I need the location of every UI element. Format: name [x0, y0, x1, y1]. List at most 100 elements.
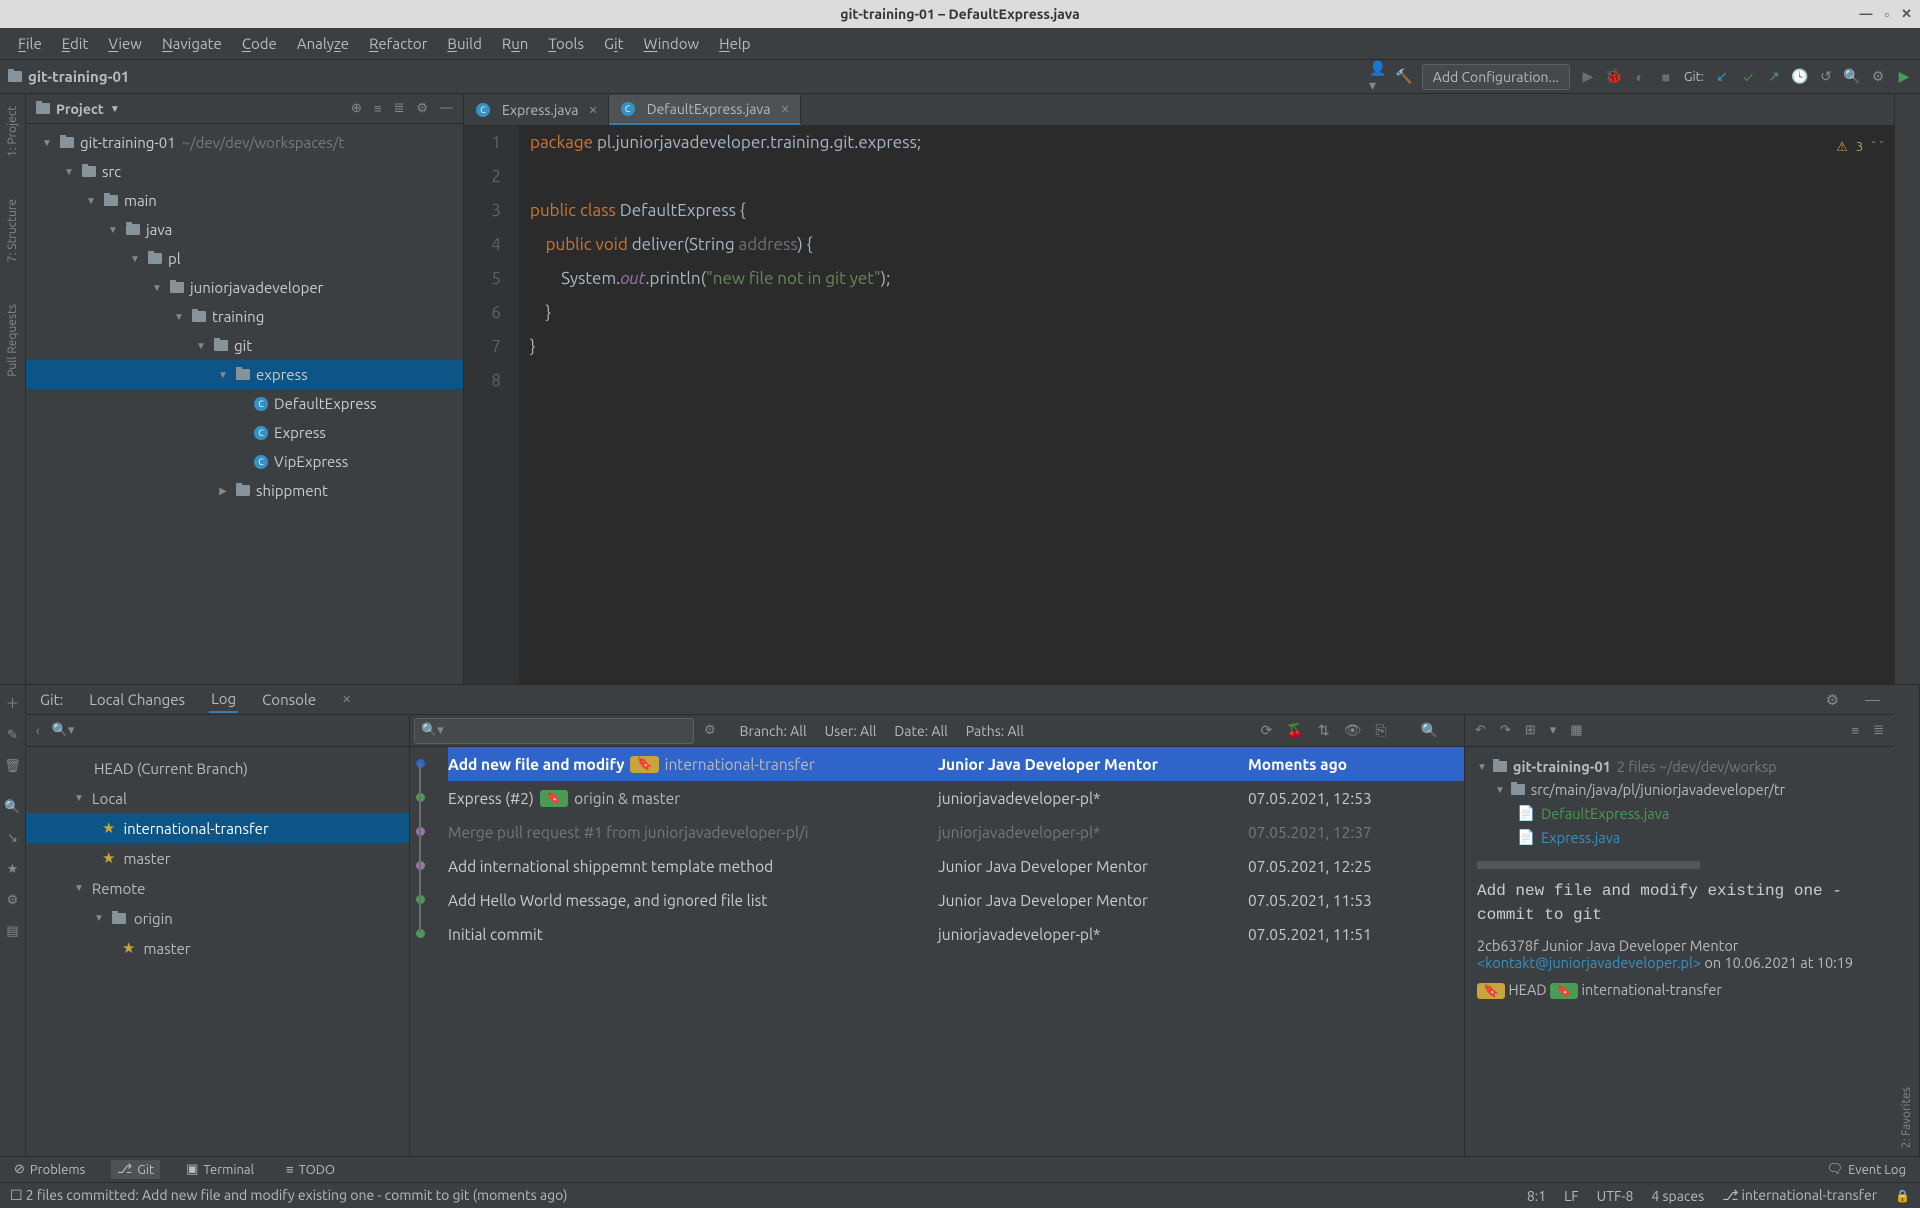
add-icon[interactable]: ＋ [6, 693, 19, 712]
refresh-icon[interactable]: ⟳ [1261, 722, 1273, 739]
tree-row-express[interactable]: ▼express [26, 360, 463, 389]
line-separator[interactable]: LF [1564, 1188, 1579, 1204]
remote-branches-header[interactable]: ▼ Remote [26, 873, 409, 903]
run-config-select[interactable]: Add Configuration... [1422, 64, 1570, 90]
project-panel-title[interactable]: Project [56, 101, 104, 117]
tab-event-log[interactable]: 🗨 Event Log [1821, 1160, 1912, 1179]
commit-row[interactable]: Add new file and modify 🔖international-t… [448, 747, 1464, 781]
branch-master[interactable]: ★ master [26, 843, 409, 873]
find-icon[interactable]: 🔍 [1421, 722, 1438, 739]
menu-analyze[interactable]: Analyze [289, 31, 357, 56]
tree-row-src[interactable]: ▼src [26, 157, 463, 186]
git-tab-local-changes[interactable]: Local Changes [87, 687, 187, 712]
menu-edit[interactable]: Edit [54, 31, 97, 56]
menu-git[interactable]: Git [596, 31, 632, 56]
menu-window[interactable]: Window [636, 31, 708, 56]
code-editor[interactable]: 12345678 package pl.juniorjavadeveloper.… [464, 126, 1894, 684]
commit-row[interactable]: Add Hello World message, and ignored fil… [448, 883, 1464, 917]
collapse-all-icon[interactable]: ≣ [1873, 723, 1884, 738]
nav-prev-icon[interactable]: ↶ [1475, 723, 1486, 738]
settings-icon[interactable]: ⚙ [1870, 69, 1886, 85]
debug-icon[interactable]: 🐞 [1606, 69, 1622, 85]
close-tab-icon[interactable]: ✕ [780, 103, 789, 116]
menu-build[interactable]: Build [439, 31, 489, 56]
indent-info[interactable]: 4 spaces [1651, 1188, 1704, 1204]
detail-path[interactable]: ▼ src/main/java/pl/juniorjavadeveloper/t… [1477, 778, 1882, 801]
tree-row-defaultexpress[interactable]: CDefaultExpress [26, 389, 463, 418]
commit-row[interactable]: Initial commit juniorjavadeveloper-pl*07… [448, 917, 1464, 951]
branch-international-transfer[interactable]: ★ international-transfer [26, 813, 409, 843]
detail-file-1[interactable]: 📄 DefaultExpress.java [1477, 801, 1882, 825]
regex-icon[interactable]: ⚙ [694, 723, 726, 738]
editor-tab-DefaultExpress.java[interactable]: CDefaultExpress.java✕ [609, 95, 801, 125]
search-icon[interactable]: 🔍▾ [52, 723, 75, 738]
remote-origin[interactable]: ▼ origin [26, 903, 409, 933]
settings-icon[interactable]: ⚙ [7, 893, 19, 908]
menu-view[interactable]: View [100, 31, 150, 56]
menu-help[interactable]: Help [711, 31, 758, 56]
user-icon[interactable]: 👤▾ [1370, 69, 1386, 85]
menu-tools[interactable]: Tools [540, 31, 592, 56]
fetch-icon[interactable]: ↘ [7, 831, 18, 846]
git-revert-icon[interactable]: ↺ [1818, 69, 1834, 85]
run-icon[interactable]: ▶ [1580, 69, 1596, 85]
menu-navigate[interactable]: Navigate [154, 31, 230, 56]
close-tab-icon[interactable]: ✕ [588, 104, 597, 117]
tree-row-git[interactable]: ▼git [26, 331, 463, 360]
star-icon[interactable]: ★ [7, 862, 19, 877]
filter-icon[interactable]: ▾ [1550, 723, 1557, 738]
inspection-badge[interactable]: ⚠3 ˆ ˇ [1836, 130, 1884, 164]
gear-icon[interactable]: ⚙ [416, 101, 428, 116]
hide-icon[interactable]: — [1863, 687, 1882, 712]
expand-all-icon[interactable]: ≡ [1852, 723, 1860, 738]
detail-file-2[interactable]: 📄 Express.java [1477, 825, 1882, 849]
tree-row-vipexpress[interactable]: CVipExpress [26, 447, 463, 476]
group-icon[interactable]: ⊞ [1525, 723, 1536, 738]
git-commit-icon[interactable]: ✓ [1740, 69, 1756, 85]
run-anything-icon[interactable]: ▶ [1896, 69, 1912, 85]
sidebar-tab-favorites[interactable]: 2: Favorites [1900, 1079, 1913, 1156]
menu-code[interactable]: Code [234, 31, 285, 56]
file-encoding[interactable]: UTF-8 [1597, 1188, 1634, 1204]
gear-icon[interactable]: ⚙ [1824, 687, 1841, 713]
menu-run[interactable]: Run [494, 31, 537, 56]
hammer-icon[interactable]: 🔨 [1396, 69, 1412, 85]
breadcrumb[interactable]: git-training-01 [8, 68, 129, 85]
tree-row-java[interactable]: ▼java [26, 215, 463, 244]
maximize-icon[interactable]: ▫ [1884, 7, 1889, 22]
git-tab-console[interactable]: Console [260, 687, 318, 712]
sidebar-tab-project[interactable]: 1: Project [6, 100, 19, 163]
goto-icon[interactable]: ⎘ [1375, 722, 1386, 739]
nav-next-icon[interactable]: ↷ [1500, 723, 1511, 738]
sidebar-tab-pull-requests[interactable]: Pull Requests [6, 298, 19, 383]
filter-branch[interactable]: Branch: All [740, 723, 807, 739]
menu-refactor[interactable]: Refactor [361, 31, 435, 56]
tab-todo[interactable]: ≡ TODO [280, 1160, 341, 1179]
close-icon[interactable]: ✕ [1901, 7, 1912, 22]
cherry-pick-icon[interactable]: 🍒 [1286, 722, 1303, 739]
local-branches-header[interactable]: ▼ Local [26, 783, 409, 813]
commit-row[interactable]: Merge pull request #1 from juniorjavadev… [448, 815, 1464, 849]
minimize-icon[interactable]: — [1859, 7, 1872, 22]
locate-icon[interactable]: ⊕ [351, 101, 362, 116]
delete-icon[interactable]: 🗑 [4, 759, 21, 774]
git-pull-icon[interactable]: ↙ [1714, 69, 1730, 85]
close-icon[interactable]: ✕ [340, 689, 353, 710]
git-branch-status[interactable]: ⎇ international-transfer [1722, 1187, 1877, 1204]
author-email-link[interactable]: <kontakt@juniorjavadeveloper.pl> [1477, 954, 1701, 971]
tree-row-pl[interactable]: ▼pl [26, 244, 463, 273]
cursor-position[interactable]: 8:1 [1527, 1188, 1546, 1204]
tree-row-training[interactable]: ▼training [26, 302, 463, 331]
filter-paths[interactable]: Paths: All [966, 723, 1024, 739]
dropdown-icon[interactable]: ▼ [110, 103, 120, 115]
tree-row-main[interactable]: ▼main [26, 186, 463, 215]
collapse-icon[interactable]: ≣ [393, 101, 404, 116]
layout-icon[interactable]: ▦ [1570, 723, 1582, 738]
coverage-icon[interactable]: ◐ [1632, 69, 1648, 85]
hide-icon[interactable]: — [440, 101, 453, 116]
tree-row-juniorjavadeveloper[interactable]: ▼juniorjavadeveloper [26, 273, 463, 302]
filter-date[interactable]: Date: All [894, 723, 947, 739]
scrollbar[interactable] [1477, 861, 1700, 869]
git-push-icon[interactable]: ↗ [1766, 69, 1782, 85]
checkout-icon[interactable]: ✎ [7, 728, 18, 743]
